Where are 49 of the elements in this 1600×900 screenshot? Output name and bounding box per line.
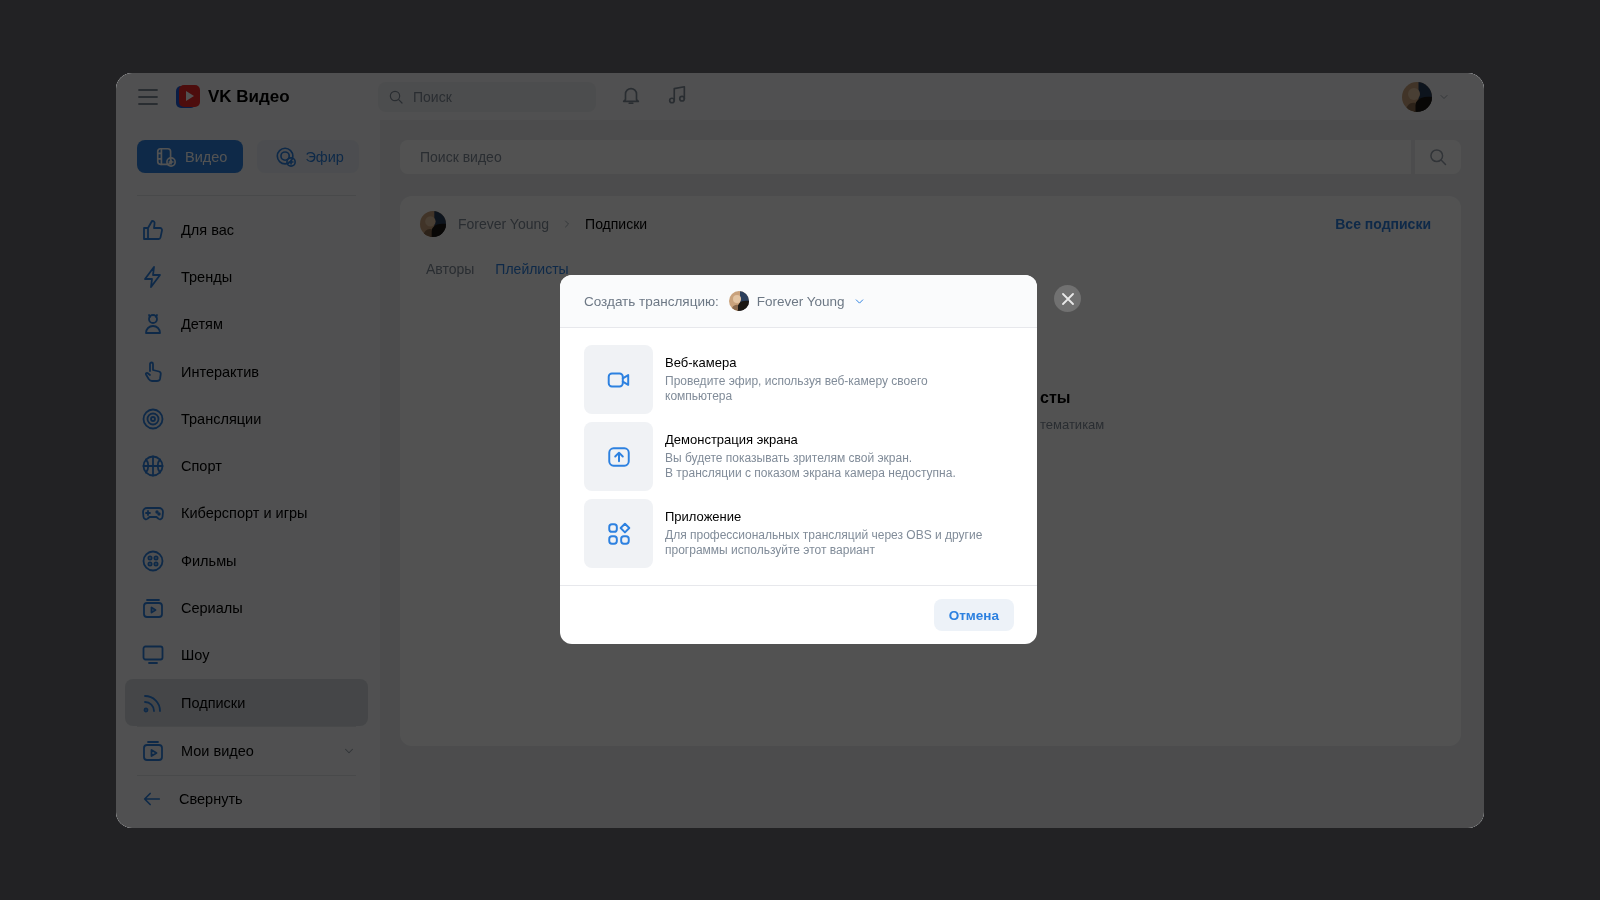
sidebar-item[interactable]: Мои видео — [125, 727, 368, 775]
sidebar-item[interactable]: Спорт — [125, 442, 368, 490]
apps-grid-icon — [605, 520, 632, 547]
sidebar-item[interactable]: Шоу — [125, 631, 368, 679]
option-title: Веб-камера — [665, 355, 738, 370]
sidebar-item[interactable]: Фильмы — [125, 537, 368, 585]
stream-option[interactable]: Приложение Для профессиональных трансляций через OBS и другие программы используйте этот вариант — [584, 499, 1013, 568]
stream-option[interactable]: Веб-камера Проведите эфир, используя веб-камеру своего компьютера — [584, 345, 1013, 414]
all-subscriptions-link[interactable]: Все подписки — [1335, 216, 1431, 232]
account-selector[interactable]: Forever Young — [756, 293, 845, 309]
option-description: Проведите эфир, используя веб-камеру своего компьютера — [665, 374, 928, 404]
cancel-button[interactable]: Отмена — [933, 599, 1014, 631]
option-description: Вы будете показывать зрителям свой экран. В трансляции с показом экрана камера недоступна. — [665, 451, 956, 481]
broadcast-add-icon — [275, 145, 298, 168]
play-logo-icon — [176, 84, 200, 109]
option-title: Демонстрация экрана — [665, 432, 799, 447]
ball-icon — [141, 454, 165, 479]
stacked-play-icon — [141, 596, 165, 620]
mode-tab[interactable]: Эфир — [257, 140, 360, 173]
sidebar-item[interactable]: Детям — [125, 300, 368, 348]
sidebar-item[interactable]: Для вас — [125, 206, 368, 254]
sidebar-item[interactable]: Подписки — [125, 678, 368, 727]
breadcrumb-link[interactable]: Подписки — [585, 216, 648, 232]
mode-tab[interactable]: Видео — [137, 140, 244, 173]
search-icon — [388, 88, 404, 105]
option-title: Приложение — [665, 509, 743, 524]
close-button[interactable] — [1054, 285, 1081, 312]
music-note-icon — [666, 83, 688, 106]
logo-text: VK Видео — [208, 86, 290, 107]
sidebar-item[interactable]: Трансляции — [125, 395, 368, 443]
sidebar-item[interactable]: Сериалы — [125, 584, 368, 632]
target-icon — [141, 406, 165, 431]
sidebar-item[interactable]: Киберспорт и игры — [125, 489, 368, 538]
film-reel-icon — [141, 548, 165, 573]
menu-icon[interactable] — [138, 88, 158, 105]
sidebar-item[interactable]: Интерактив — [125, 347, 368, 396]
close-icon — [1061, 292, 1074, 305]
sidebar-item[interactable]: Тренды — [125, 253, 368, 301]
empty-title: сты — [1040, 389, 1071, 407]
search-button[interactable] — [1415, 140, 1461, 174]
thumbs-up-icon — [141, 217, 165, 242]
option-description: Для профессиональных трансляций через OBS и другие программы используйте этот вариант — [665, 528, 983, 558]
stream-option[interactable]: Демонстрация экрана Вы будете показывать зрителям свой экран. В трансляции с показом экрана камера недоступна. — [584, 422, 1013, 491]
tab[interactable]: Плейлисты — [495, 261, 569, 277]
video-add-icon — [155, 145, 177, 168]
play-box-icon — [141, 738, 165, 763]
modal-title: Создать трансляцию: — [584, 293, 719, 309]
search-icon — [1428, 147, 1448, 167]
collapse-button[interactable]: Свернуть — [125, 775, 368, 823]
